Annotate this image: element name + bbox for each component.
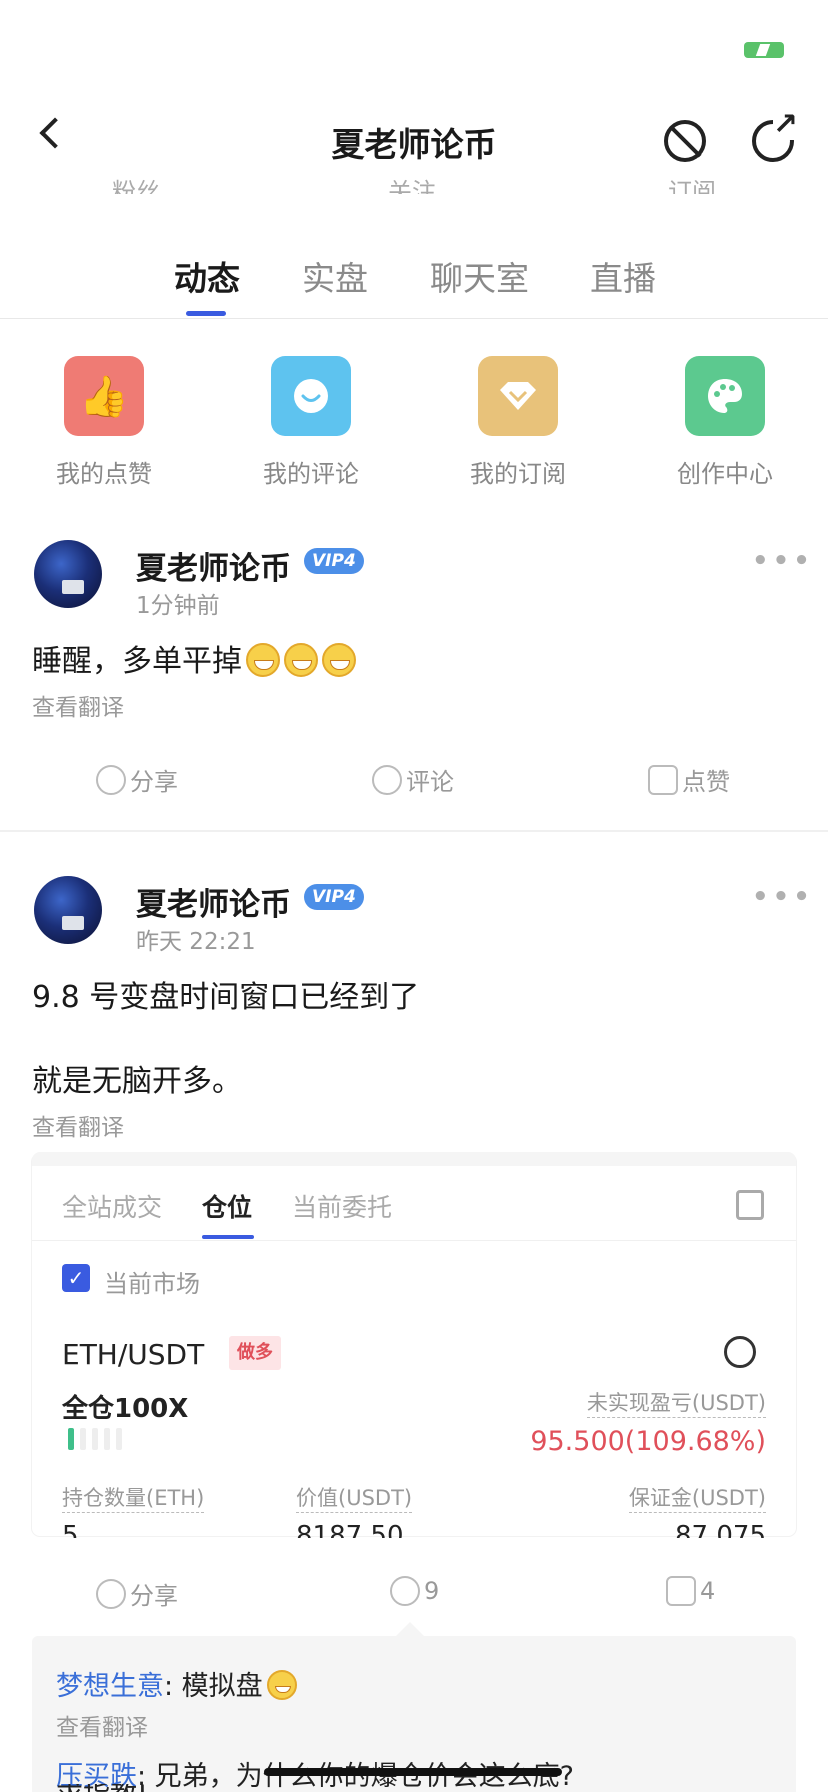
- vip-badge: VIP4: [304, 548, 364, 574]
- margin-value: 87.075: [675, 1524, 766, 1538]
- share-icon: [96, 764, 126, 795]
- stat-label-subscriptions: 订阅: [668, 178, 716, 194]
- quick-action-comments[interactable]: 我的评论: [231, 454, 391, 489]
- long-badge: 做多: [229, 1336, 281, 1370]
- position-value-label: 价值(USDT): [296, 1482, 413, 1513]
- grin-emoji-icon: [246, 643, 280, 677]
- tab-livestream[interactable]: 直播: [590, 252, 656, 300]
- unrealized-pnl-label: 未实现盈亏(USDT): [586, 1387, 766, 1418]
- unrealized-pnl-value: 95.500(109.68%): [530, 1426, 766, 1457]
- diamond-icon[interactable]: [478, 356, 558, 436]
- position-size-value: 5: [62, 1524, 79, 1538]
- comment-icon: [390, 1576, 420, 1606]
- quick-action-creator-center[interactable]: 创作中心: [645, 454, 805, 489]
- current-market-checkbox[interactable]: ✓: [62, 1264, 90, 1292]
- post-text-line1: 9.8 号变盘时间窗口已经到了: [32, 980, 420, 1015]
- thumbs-up-icon: [648, 764, 678, 795]
- post-author[interactable]: 夏老师论币: [136, 879, 291, 924]
- battery-icon: [744, 42, 784, 58]
- see-translation-link[interactable]: 查看翻译: [32, 1108, 124, 1142]
- post-text-line2: 就是无脑开多。: [32, 1064, 242, 1099]
- post-separator: [0, 830, 828, 832]
- card-top-strip: [32, 1152, 796, 1166]
- comment-text-continued: 求指教!: [56, 1784, 148, 1792]
- like-button[interactable]: 4: [666, 1576, 715, 1606]
- more-options-icon[interactable]: •••: [752, 882, 814, 912]
- current-market-label: 当前市场: [104, 1270, 200, 1298]
- risk-level-bars: [68, 1428, 122, 1450]
- see-translation-link[interactable]: 查看翻译: [32, 688, 124, 722]
- comment-icon[interactable]: [271, 356, 351, 436]
- avatar[interactable]: [34, 876, 102, 944]
- block-icon[interactable]: [664, 120, 706, 162]
- quick-action-likes[interactable]: 我的点赞: [24, 454, 184, 489]
- post-time: 昨天 22:21: [136, 929, 256, 955]
- share-icon[interactable]: [724, 1336, 756, 1368]
- position-value-value: 8187.50: [296, 1524, 404, 1538]
- post-time: 1分钟前: [136, 593, 220, 619]
- tab-positions[interactable]: 仓位: [202, 1188, 252, 1224]
- position-size-label: 持仓数量(ETH): [62, 1482, 205, 1513]
- leverage-label: 全仓100X: [62, 1394, 189, 1424]
- redaction-stroke: [264, 1768, 562, 1776]
- comment-item[interactable]: 梦想生意: 模拟盘: [56, 1664, 297, 1703]
- thumbs-up-icon: [666, 1576, 696, 1606]
- comments-pointer: [396, 1622, 424, 1636]
- order-history-icon[interactable]: [736, 1190, 764, 1220]
- tab-chatroom[interactable]: 聊天室: [430, 252, 529, 300]
- avatar[interactable]: [34, 540, 102, 608]
- vip-badge: VIP4: [304, 884, 364, 910]
- quick-action-subscriptions[interactable]: 我的订阅: [438, 454, 598, 489]
- palette-icon[interactable]: [685, 356, 765, 436]
- share-button[interactable]: 分享: [96, 1576, 178, 1611]
- comment-icon: [372, 764, 402, 795]
- grin-emoji-icon: [284, 643, 318, 677]
- margin-label: 保证金(USDT): [628, 1482, 766, 1513]
- post-author[interactable]: 夏老师论币: [136, 543, 291, 588]
- tab-dynamics[interactable]: 动态: [174, 252, 240, 300]
- grin-emoji-icon: [322, 643, 356, 677]
- more-options-icon[interactable]: •••: [752, 546, 814, 576]
- share-button[interactable]: 分享: [96, 762, 178, 797]
- comment-button[interactable]: 9: [390, 1576, 439, 1606]
- card-tab-indicator: [202, 1235, 254, 1239]
- share-icon[interactable]: [752, 110, 798, 162]
- comment-username[interactable]: 梦想生意: [56, 1671, 164, 1702]
- smile-emoji-icon: [266, 1670, 297, 1700]
- card-tabs-divider: [32, 1240, 796, 1241]
- like-button[interactable]: 点赞: [648, 762, 730, 797]
- comment-button[interactable]: 评论: [372, 762, 454, 797]
- trading-pair: ETH/USDT: [62, 1338, 205, 1371]
- tab-open-orders[interactable]: 当前委托: [292, 1188, 392, 1224]
- tab-live-trading[interactable]: 实盘: [302, 252, 368, 300]
- thumbs-up-icon[interactable]: 👍: [64, 356, 144, 436]
- see-translation-link[interactable]: 查看翻译: [56, 1708, 148, 1742]
- active-tab-indicator: [186, 311, 226, 316]
- stat-label-following: 关注: [388, 178, 436, 194]
- stat-label-fans: 粉丝: [112, 178, 160, 194]
- tabs-divider: [0, 318, 828, 319]
- tab-all-trades[interactable]: 全站成交: [62, 1188, 162, 1224]
- post-text: 睡醒，多单平掉: [32, 636, 356, 680]
- share-icon: [96, 1578, 126, 1609]
